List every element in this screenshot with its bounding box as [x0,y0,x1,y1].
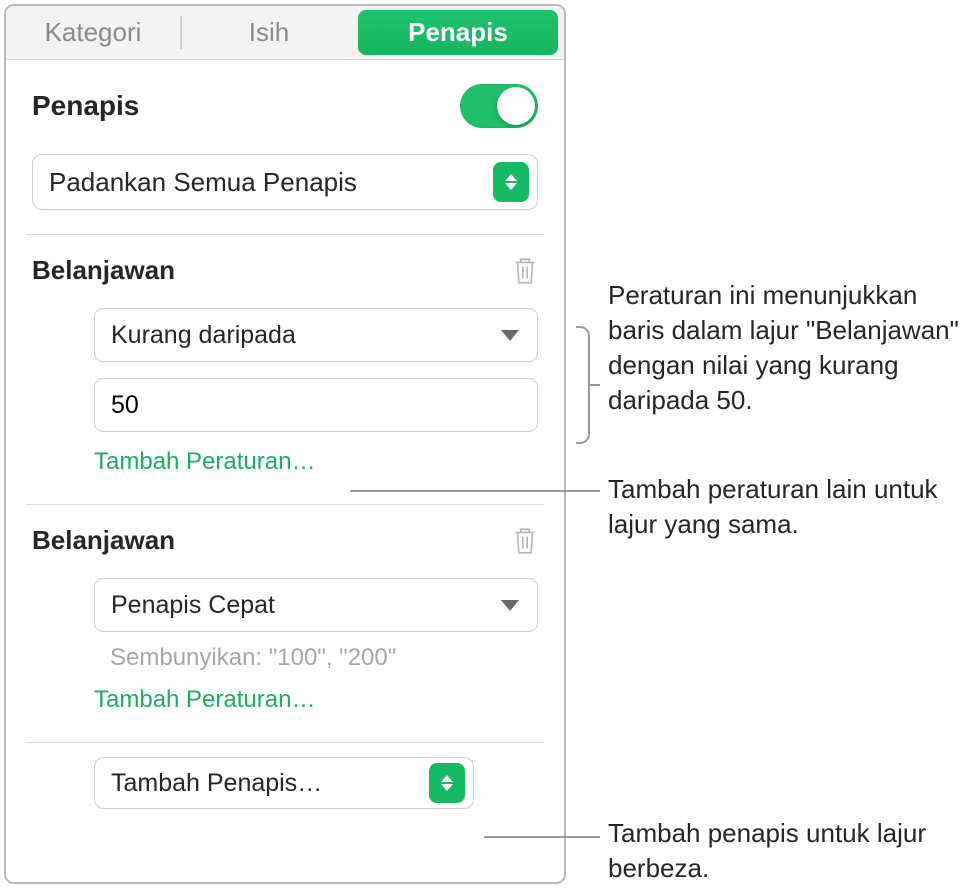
add-rule-button[interactable]: Tambah Peraturan… [32,448,538,476]
rule-type-label: Penapis Cepat [111,591,275,620]
add-rule-label: Tambah Peraturan… [94,448,315,475]
add-filter-row: Tambah Penapis… [6,743,564,809]
rule-type-label: Kurang daripada [111,321,296,350]
filter-panel: Kategori Isih Penapis Penapis Padankan S… [4,4,566,884]
callout-text: Tambah peraturan lain untuk lajur yang s… [608,472,948,542]
callout-leader [350,490,600,492]
callout-leader [484,836,600,838]
trash-icon [512,256,538,286]
tab-isih[interactable]: Isih [182,6,356,59]
filter-group-head: Belanjawan [32,525,538,556]
filter-column-title: Belanjawan [32,525,175,556]
delete-filter-button[interactable] [512,256,538,286]
add-filter-label: Tambah Penapis… [111,769,322,798]
filter-header-title: Penapis [32,90,139,122]
filters-enabled-toggle[interactable] [460,84,538,128]
rule-type-select[interactable]: Penapis Cepat [94,578,538,632]
filter-group: Belanjawan Penapis Cepat Sembunyikan: "1… [6,505,564,742]
filter-group-head: Belanjawan [32,255,538,286]
rule-type-select[interactable]: Kurang daripada [94,308,538,362]
match-mode-select[interactable]: Padankan Semua Penapis [32,154,538,210]
quick-filter-summary: Sembunyikan: "100", "200" [32,644,538,672]
add-filter-select[interactable]: Tambah Penapis… [94,757,474,809]
trash-icon [512,526,538,556]
delete-filter-button[interactable] [512,526,538,556]
rule-row [32,378,538,432]
stepper-icon [493,162,529,202]
tab-label: Penapis [408,17,508,48]
callout-text: Peraturan ini menunjukkan baris dalam la… [608,278,960,418]
match-mode-row: Padankan Semua Penapis [6,148,564,234]
tab-label: Isih [249,17,289,48]
chevron-down-icon [501,600,519,611]
add-rule-label: Tambah Peraturan… [94,686,315,713]
rule-row: Kurang daripada [32,308,538,362]
callout-bracket [576,326,590,444]
filter-column-title: Belanjawan [32,255,175,286]
filter-header-row: Penapis [6,60,564,148]
tab-kategori[interactable]: Kategori [6,6,180,59]
add-rule-button[interactable]: Tambah Peraturan… [32,686,538,714]
filter-group: Belanjawan Kurang daripada Tambah Peratu… [6,235,564,504]
panel-tabs-bar: Kategori Isih Penapis [6,6,564,60]
match-mode-label: Padankan Semua Penapis [49,167,357,198]
callout-leader [590,384,600,386]
chevron-down-icon [501,330,519,341]
tab-label: Kategori [45,17,142,48]
rule-row: Penapis Cepat [32,578,538,632]
stepper-icon [429,763,465,803]
callout-text: Tambah penapis untuk lajur berbeza. [608,816,928,886]
tab-penapis[interactable]: Penapis [358,10,558,55]
rule-value-input[interactable] [94,378,538,432]
toggle-knob [497,87,535,125]
